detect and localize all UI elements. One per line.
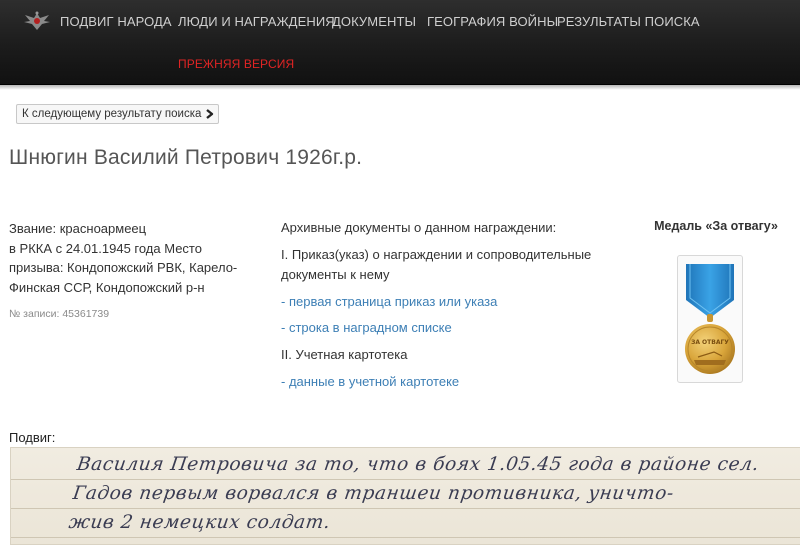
feat-label: Подвиг: bbox=[9, 430, 56, 445]
next-result-label: К следующему результату поиска bbox=[22, 108, 202, 120]
eagle-emblem-icon[interactable] bbox=[22, 10, 52, 32]
archive-documents: Архивные документы о данном награждении:… bbox=[281, 219, 611, 391]
old-version-link[interactable]: Прежняя версия bbox=[178, 57, 294, 71]
first-page-link[interactable]: - первая страница приказ или указа bbox=[281, 293, 611, 311]
medal-inscription: ЗА ОТВАГУ bbox=[691, 339, 729, 346]
feat-line: Василия Петровича за то, что в боях 1.05… bbox=[75, 454, 761, 475]
record-number: № записи: 45361739 bbox=[9, 308, 110, 320]
chevron-right-icon bbox=[206, 109, 214, 119]
feat-line: Гадов первым ворвался в траншеи противни… bbox=[71, 483, 676, 504]
section-card-index-title: II. Учетная картотека bbox=[281, 347, 408, 362]
feat-handwritten-text: Василия Петровича за то, что в боях 1.05… bbox=[67, 450, 769, 537]
nav-item-search-results[interactable]: Результаты поиска bbox=[557, 14, 700, 29]
rank-line: Звание: красноармеец bbox=[9, 221, 147, 236]
feat-line: жив 2 немецких солдат. bbox=[67, 512, 332, 533]
nav-item-people[interactable]: Люди и награждения bbox=[178, 14, 335, 29]
person-info: Звание: красноармеец в РККА с 24.01.1945… bbox=[9, 219, 271, 321]
top-navigation-bar: Подвиг народа Люди и награждения Докумен… bbox=[0, 0, 800, 90]
feat-document-image: Василия Петровича за то, что в боях 1.05… bbox=[10, 447, 800, 545]
nav-item-geography[interactable]: География войны bbox=[427, 14, 558, 29]
archive-documents-title: Архивные документы о данном награждении: bbox=[281, 220, 557, 235]
person-name-title: Шнюгин Василий Петрович 1926г.р. bbox=[9, 146, 363, 169]
draft-place-line: призыва: Кондопожский РВК, Карело- bbox=[9, 260, 238, 275]
draft-place-line: Финская ССР, Кондопожский р-н bbox=[9, 279, 205, 295]
service-start-line: в РККА с 24.01.1945 года Место bbox=[9, 240, 202, 256]
award-list-row-link[interactable]: - строка в наградном списке bbox=[281, 319, 611, 337]
card-index-link[interactable]: - данные в учетной картотеке bbox=[281, 373, 611, 391]
nav-item-documents[interactable]: Документы bbox=[332, 14, 416, 29]
section-orders-title: I. Приказ(указ) о награждении и сопровод… bbox=[281, 247, 592, 282]
medal-name: Медаль «За отвагу» bbox=[654, 219, 778, 233]
nav-item-home[interactable]: Подвиг народа bbox=[60, 14, 172, 29]
medal-image[interactable]: ЗА ОТВАГУ bbox=[677, 255, 743, 383]
medal-for-courage-icon: ЗА ОТВАГУ bbox=[685, 264, 735, 374]
next-result-button[interactable]: К следующему результату поиска bbox=[16, 104, 220, 124]
